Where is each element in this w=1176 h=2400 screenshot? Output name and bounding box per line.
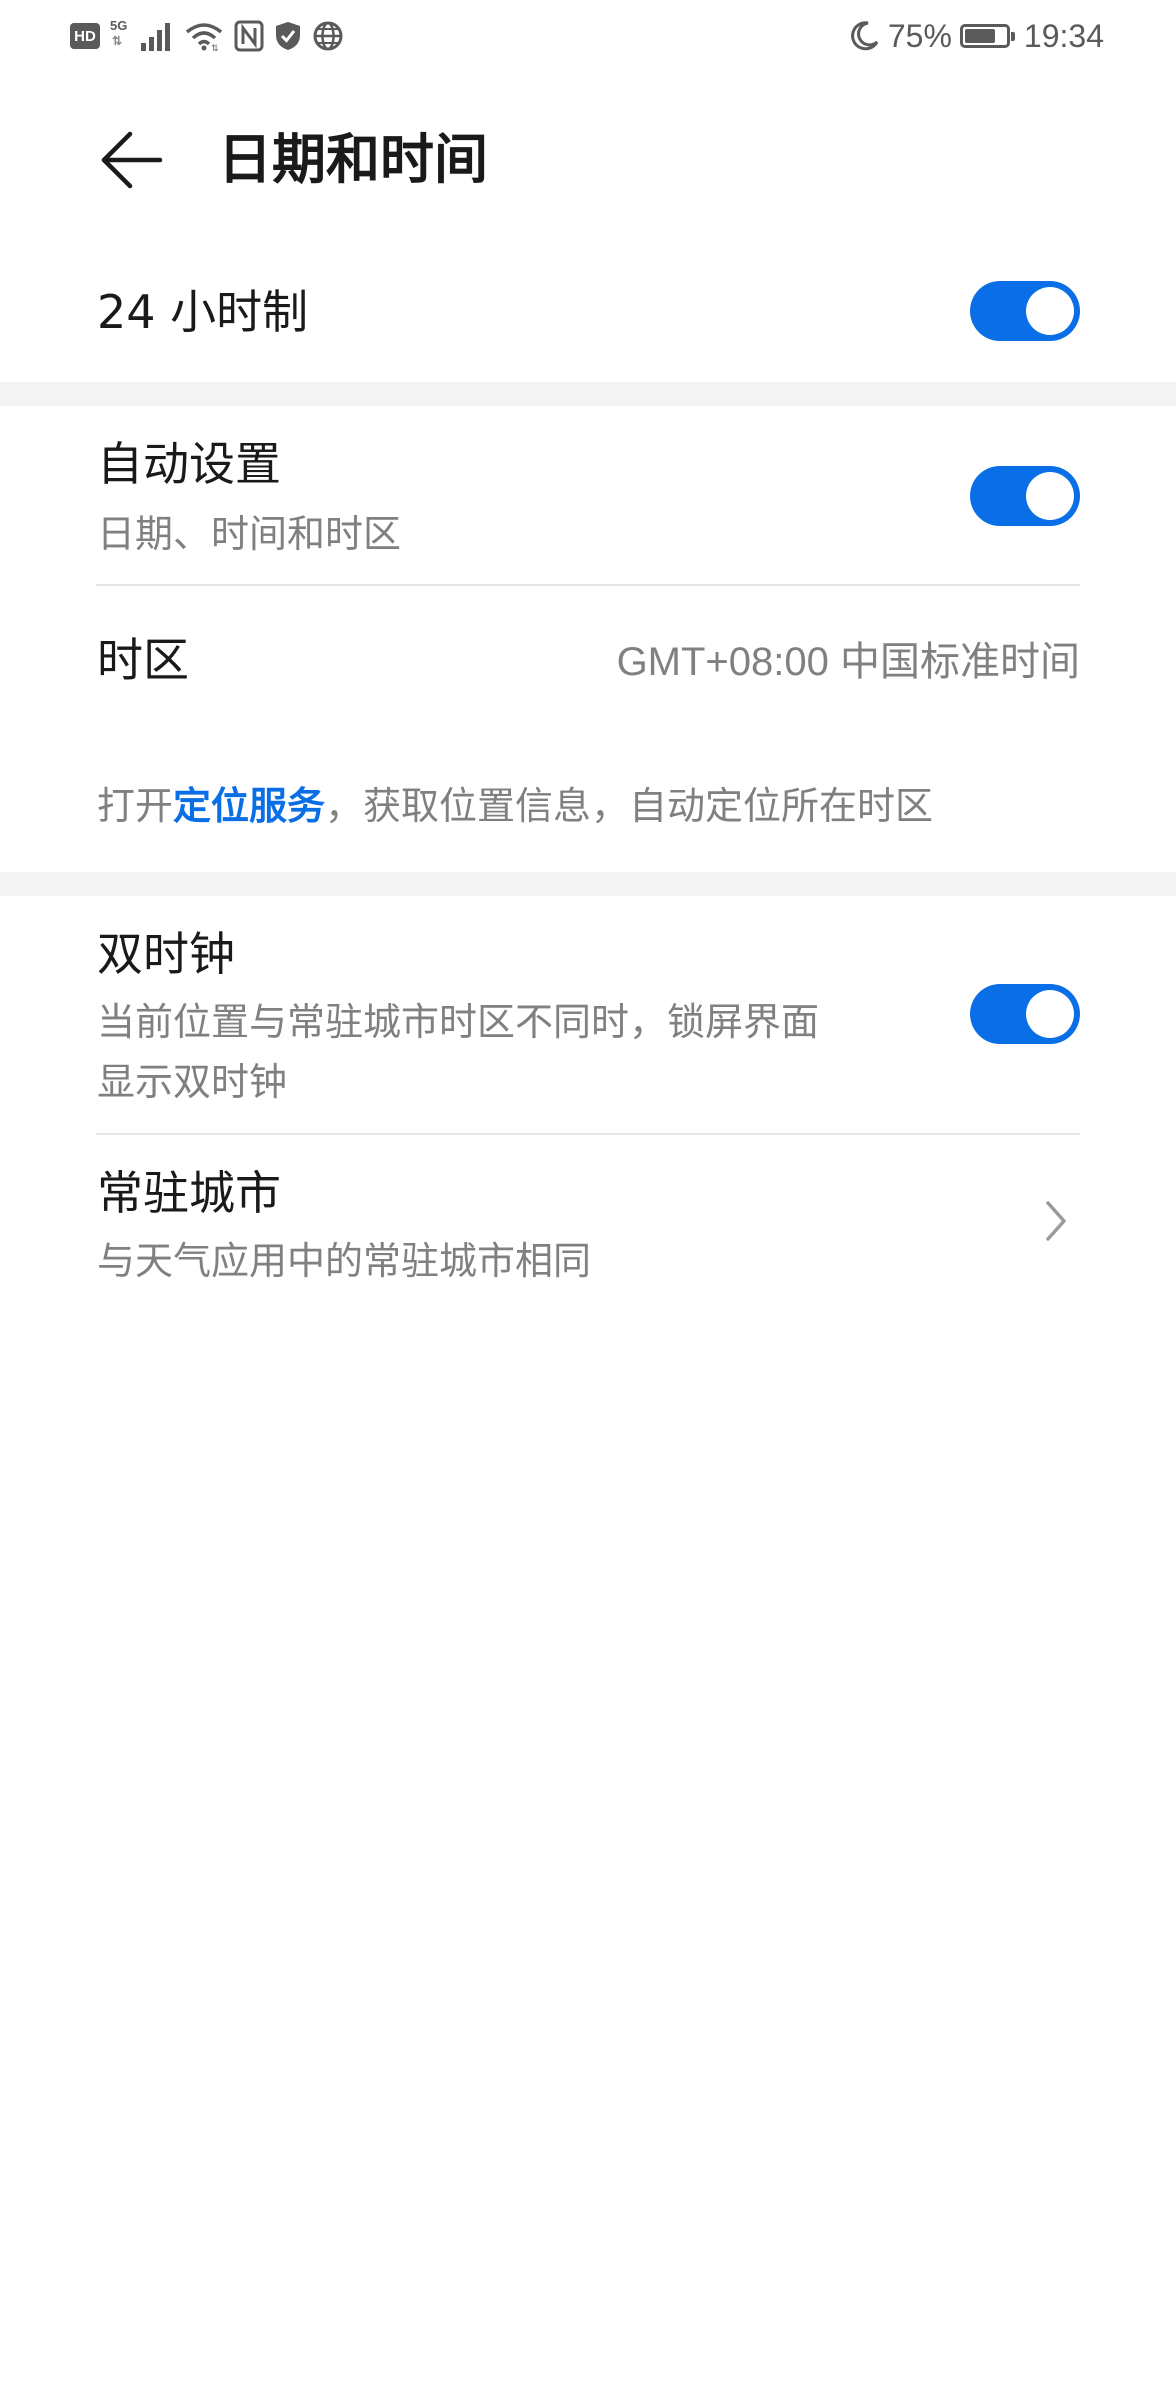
status-right-icons: 75% 19:34: [842, 18, 1104, 54]
network-type-label: 5G: [110, 18, 128, 33]
location-service-link[interactable]: 定位服务: [173, 784, 325, 828]
location-hint-prefix: 打开: [97, 784, 174, 828]
setting-24-hour-title: 24 小时制: [97, 285, 309, 339]
back-button[interactable]: [92, 120, 172, 200]
toggle-24-hour[interactable]: [970, 281, 1080, 341]
status-bar: HD 5G ⇅ ⇅ 75% 19:34: [0, 0, 1176, 72]
nfc-icon: [234, 20, 264, 52]
setting-dual-clock-subtitle-line1: 当前位置与常驻城市时区不同时，锁屏界面: [97, 1000, 820, 1044]
shield-icon: [276, 22, 300, 50]
network-type: 5G ⇅: [110, 19, 130, 53]
hd-badge: HD: [70, 23, 100, 49]
setting-home-city-subtitle: 与天气应用中的常驻城市相同: [97, 1239, 592, 1283]
setting-dual-clock-title: 双时钟: [97, 927, 235, 981]
battery-level-fill: [964, 29, 995, 43]
toggle-knob: [1026, 990, 1074, 1038]
toggle-knob: [1026, 287, 1074, 335]
moon-icon: [850, 21, 879, 51]
toggle-dual-clock[interactable]: [970, 984, 1080, 1044]
setting-home-city-title: 常驻城市: [97, 1166, 281, 1220]
setting-24-hour[interactable]: 24 小时制: [0, 240, 1176, 382]
setting-timezone[interactable]: 时区 GMT+08:00 中国标准时间: [0, 586, 1176, 736]
globe-icon: [313, 21, 343, 51]
setting-dual-clock-subtitle-line2: 显示双时钟: [97, 1060, 288, 1104]
signal-icon: [141, 23, 170, 51]
status-left-icons: HD 5G ⇅ ⇅: [70, 18, 354, 54]
location-hint-suffix: ，获取位置信息，自动定位所在时区: [325, 784, 934, 828]
section-divider: [0, 382, 1176, 406]
setting-timezone-title: 时区: [97, 633, 189, 687]
location-hint: 打开定位服务，获取位置信息，自动定位所在时区: [97, 776, 933, 836]
toggle-auto-set[interactable]: [970, 466, 1080, 526]
back-arrow-icon: [101, 131, 163, 189]
setting-timezone-value: GMT+08:00 中国标准时间: [616, 640, 1080, 684]
setting-auto-set-subtitle: 日期、时间和时区: [97, 512, 402, 556]
data-arrows-icon: ⇅: [112, 34, 123, 48]
setting-dual-clock[interactable]: 双时钟 当前位置与常驻城市时区不同时，锁屏界面 显示双时钟: [0, 896, 1176, 1132]
svg-text:⇅: ⇅: [211, 43, 219, 51]
setting-home-city[interactable]: 常驻城市 与天气应用中的常驻城市相同: [0, 1135, 1176, 1305]
wifi-icon: ⇅: [185, 23, 223, 51]
chevron-right-icon: [1036, 1191, 1076, 1251]
toggle-knob: [1026, 472, 1074, 520]
status-time: 19:34: [1023, 17, 1104, 54]
app-header: 日期和时间: [0, 100, 1176, 220]
battery-icon: [959, 24, 1015, 48]
page-title: 日期和时间: [218, 128, 488, 191]
battery-percent: 75%: [887, 17, 952, 54]
setting-auto-set-title: 自动设置: [97, 437, 281, 491]
section-divider: [0, 872, 1176, 896]
setting-auto-set[interactable]: 自动设置 日期、时间和时区: [0, 406, 1176, 584]
